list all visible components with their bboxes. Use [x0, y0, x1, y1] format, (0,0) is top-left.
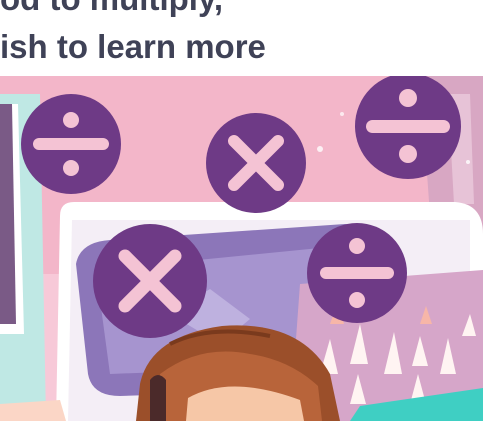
divide-icon — [307, 223, 407, 323]
divide-icon — [21, 94, 121, 194]
multiply-icon — [93, 224, 207, 338]
heading-line-2: ish to learn more — [0, 28, 266, 65]
lesson-page: od to multiply, ish to learn more — [0, 0, 483, 421]
lesson-heading: od to multiply, ish to learn more — [0, 0, 483, 76]
multiply-icon — [206, 113, 306, 213]
lesson-illustration — [0, 74, 483, 421]
heading-line-1: od to multiply, — [0, 0, 223, 18]
divide-icon — [355, 74, 461, 179]
